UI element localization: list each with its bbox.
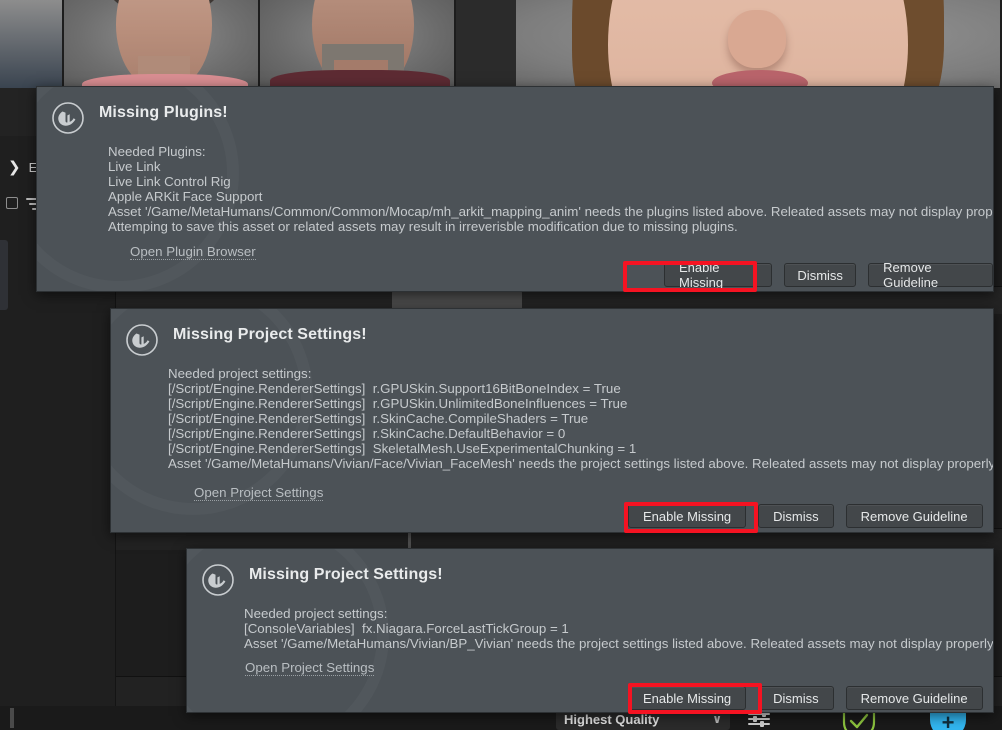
- unreal-engine-logo-icon: [125, 323, 159, 357]
- dismiss-button[interactable]: Dismiss: [784, 263, 857, 287]
- open-project-settings-link[interactable]: Open Project Settings: [245, 660, 375, 676]
- metahuman-thumb-young-woman[interactable]: [516, 0, 1002, 88]
- portrait-image: [64, 0, 258, 88]
- missing-project-settings-dialog-1: Missing Project Settings! Needed project…: [110, 308, 994, 533]
- dialog-body: Needed Plugins: Live Link Live Link Cont…: [108, 144, 993, 234]
- sliders-icon[interactable]: [748, 711, 770, 727]
- metahuman-thumb-partial[interactable]: [0, 0, 64, 88]
- open-project-settings-link[interactable]: Open Project Settings: [194, 485, 324, 501]
- content-tab-pill[interactable]: [392, 290, 522, 310]
- dismiss-button[interactable]: Dismiss: [758, 686, 834, 710]
- metahuman-thumb-older-woman[interactable]: [64, 0, 260, 88]
- enable-missing-button[interactable]: Enable Missing: [664, 260, 773, 290]
- chevron-down-icon: ∨: [712, 712, 722, 726]
- enable-missing-button[interactable]: Enable Missing: [628, 504, 747, 528]
- remove-guideline-button[interactable]: Remove Guideline: [845, 504, 983, 528]
- toolbar-accent-bar: [10, 708, 14, 728]
- remove-guideline-button[interactable]: Remove Guideline: [868, 260, 993, 290]
- dismiss-button[interactable]: Dismiss: [758, 504, 834, 528]
- panel-icon: [6, 197, 18, 209]
- dialog-button-row: Enable Missing Dismiss Remove Guideline: [628, 686, 983, 710]
- dialog-title: Missing Project Settings!: [249, 566, 443, 583]
- unreal-engine-logo-icon: [51, 101, 85, 135]
- dialog-body: Needed project settings: [/Script/Engine…: [168, 366, 994, 471]
- screen-root: ❯ E Highest Quality ∨ + Missing Plugins!…: [0, 0, 1002, 730]
- thumbnail-gap: [456, 0, 516, 88]
- dialog-title: Missing Project Settings!: [173, 326, 367, 343]
- missing-project-settings-dialog-2: Missing Project Settings! Needed project…: [186, 548, 994, 713]
- dialog-title: Missing Plugins!: [99, 104, 228, 121]
- remove-guideline-button[interactable]: Remove Guideline: [845, 686, 983, 710]
- expand-row[interactable]: ❯ E: [8, 158, 37, 176]
- metahuman-thumb-bearded-man[interactable]: [260, 0, 456, 88]
- metahuman-thumbnail-strip: [0, 0, 1002, 88]
- portrait-image: [516, 0, 1000, 88]
- dialog-button-row: Enable Missing Dismiss Remove Guideline: [628, 504, 983, 528]
- portrait-image: [0, 0, 62, 88]
- dialog-body: Needed project settings: [ConsoleVariabl…: [244, 606, 994, 651]
- unreal-engine-logo-icon: [201, 563, 235, 597]
- dialog-button-row: Enable Missing Dismiss Remove Guideline: [664, 260, 993, 290]
- open-plugin-browser-link[interactable]: Open Plugin Browser: [130, 244, 256, 260]
- plus-icon: +: [941, 710, 955, 730]
- missing-plugins-dialog: Missing Plugins! Needed Plugins: Live Li…: [36, 86, 994, 292]
- chevron-right-icon: ❯: [8, 159, 21, 176]
- portrait-image: [260, 0, 454, 88]
- enable-missing-button[interactable]: Enable Missing: [628, 686, 747, 710]
- quality-select-value: Highest Quality: [564, 711, 660, 727]
- panel-handle[interactable]: [0, 240, 8, 310]
